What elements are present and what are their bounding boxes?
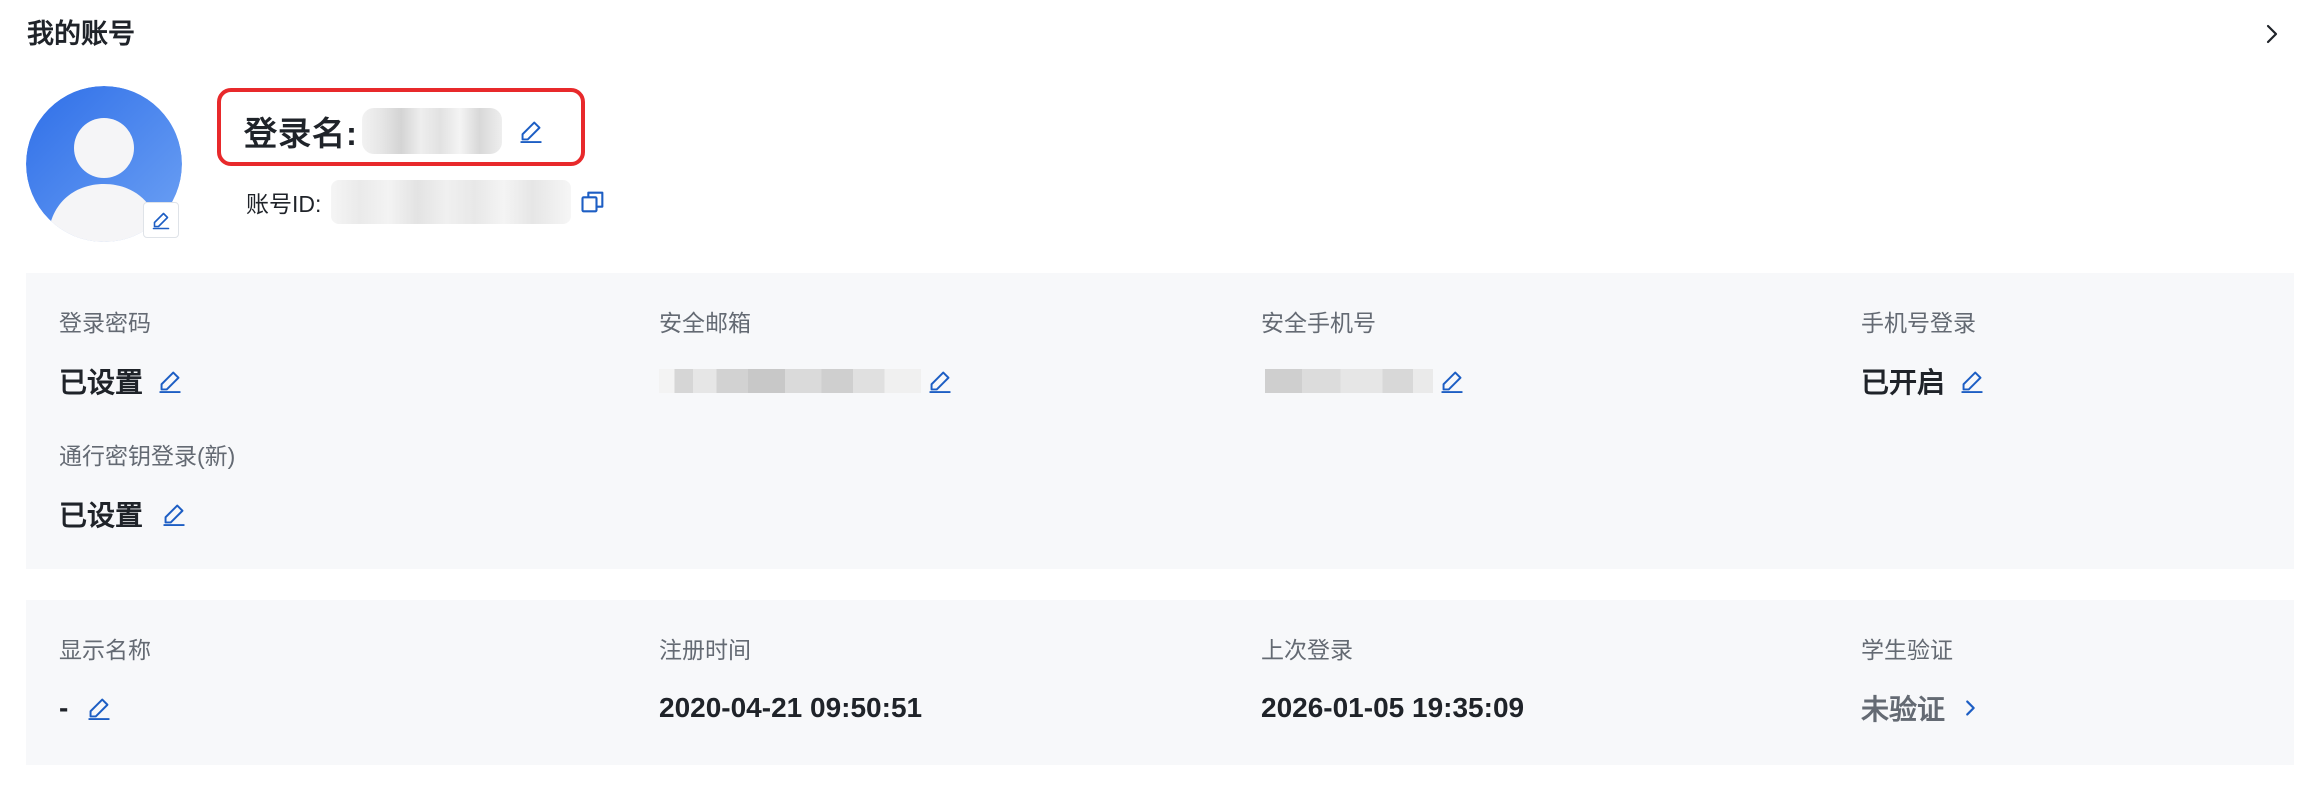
security-panel: 登录密码 已设置 安全邮箱 安全手机号 手机号登录 已开启 通行密钥登录(新) … <box>26 273 2294 569</box>
field-label: 显示名称 <box>59 637 151 663</box>
field-security-email: 安全邮箱 <box>659 307 953 401</box>
field-label: 注册时间 <box>659 637 751 663</box>
avatar-edit-button[interactable] <box>143 202 179 238</box>
field-label: 登录密码 <box>59 310 151 336</box>
my-account-page: 我的账号 登录名: 账号ID: 登录密码 已设置 安全邮箱 安全手机号 手机号登… <box>0 0 2310 802</box>
field-last-login: 上次登录 2026-01-05 19:35:09 <box>1261 634 1524 728</box>
pencil-icon[interactable] <box>161 501 187 527</box>
pencil-icon <box>151 210 171 230</box>
pencil-icon[interactable] <box>1959 368 1985 394</box>
student-verification-link[interactable]: 未验证 <box>1861 688 1981 728</box>
field-security-phone: 安全手机号 <box>1261 307 1465 401</box>
pencil-icon[interactable] <box>1439 368 1465 394</box>
field-student-verification: 学生验证 未验证 <box>1861 634 1981 728</box>
login-name-row: 登录名: <box>244 108 544 154</box>
field-label: 学生验证 <box>1861 637 1953 663</box>
login-name-value-redacted <box>362 108 502 154</box>
account-id-row: 账号ID: <box>246 180 607 224</box>
field-label: 安全邮箱 <box>659 310 751 336</box>
login-name-edit-icon[interactable] <box>518 118 544 144</box>
avatar-container <box>26 86 182 242</box>
field-value: 未验证 <box>1861 694 1946 725</box>
field-value: 2026-01-05 19:35:09 <box>1261 692 1525 723</box>
field-value: 2020-04-21 09:50:51 <box>659 692 923 723</box>
field-login-password: 登录密码 已设置 <box>59 307 183 401</box>
field-value: 已设置 <box>59 367 144 398</box>
chevron-right-icon <box>1959 697 1981 719</box>
field-label: 安全手机号 <box>1261 310 1376 336</box>
field-passkey-login: 通行密钥登录(新) 已设置 <box>59 440 235 534</box>
login-name-label: 登录名: <box>244 115 358 152</box>
field-display-name: 显示名称 - <box>59 634 151 728</box>
field-label: 通行密钥登录(新) <box>59 443 236 469</box>
section-header: 我的账号 <box>27 14 2283 54</box>
account-info-panel: 显示名称 - 注册时间 2020-04-21 09:50:51 上次登录 202… <box>26 600 2294 765</box>
field-value: - <box>59 692 69 723</box>
field-value: 已开启 <box>1861 367 1946 398</box>
account-id-label: 账号ID: <box>246 191 322 217</box>
field-phone-login: 手机号登录 已开启 <box>1861 307 1985 401</box>
field-label: 手机号登录 <box>1861 310 1976 336</box>
copy-icon[interactable] <box>579 188 607 216</box>
phone-value-redacted <box>1265 369 1433 393</box>
email-value-redacted <box>659 369 921 393</box>
pencil-icon[interactable] <box>157 368 183 394</box>
field-register-time: 注册时间 2020-04-21 09:50:51 <box>659 634 922 728</box>
pencil-icon[interactable] <box>927 368 953 394</box>
page-title: 我的账号 <box>27 19 135 49</box>
account-id-value-redacted <box>331 180 572 224</box>
field-label: 上次登录 <box>1261 637 1353 663</box>
pencil-icon[interactable] <box>86 695 112 721</box>
field-value: 已设置 <box>59 500 144 531</box>
chevron-right-icon[interactable] <box>2259 22 2283 46</box>
